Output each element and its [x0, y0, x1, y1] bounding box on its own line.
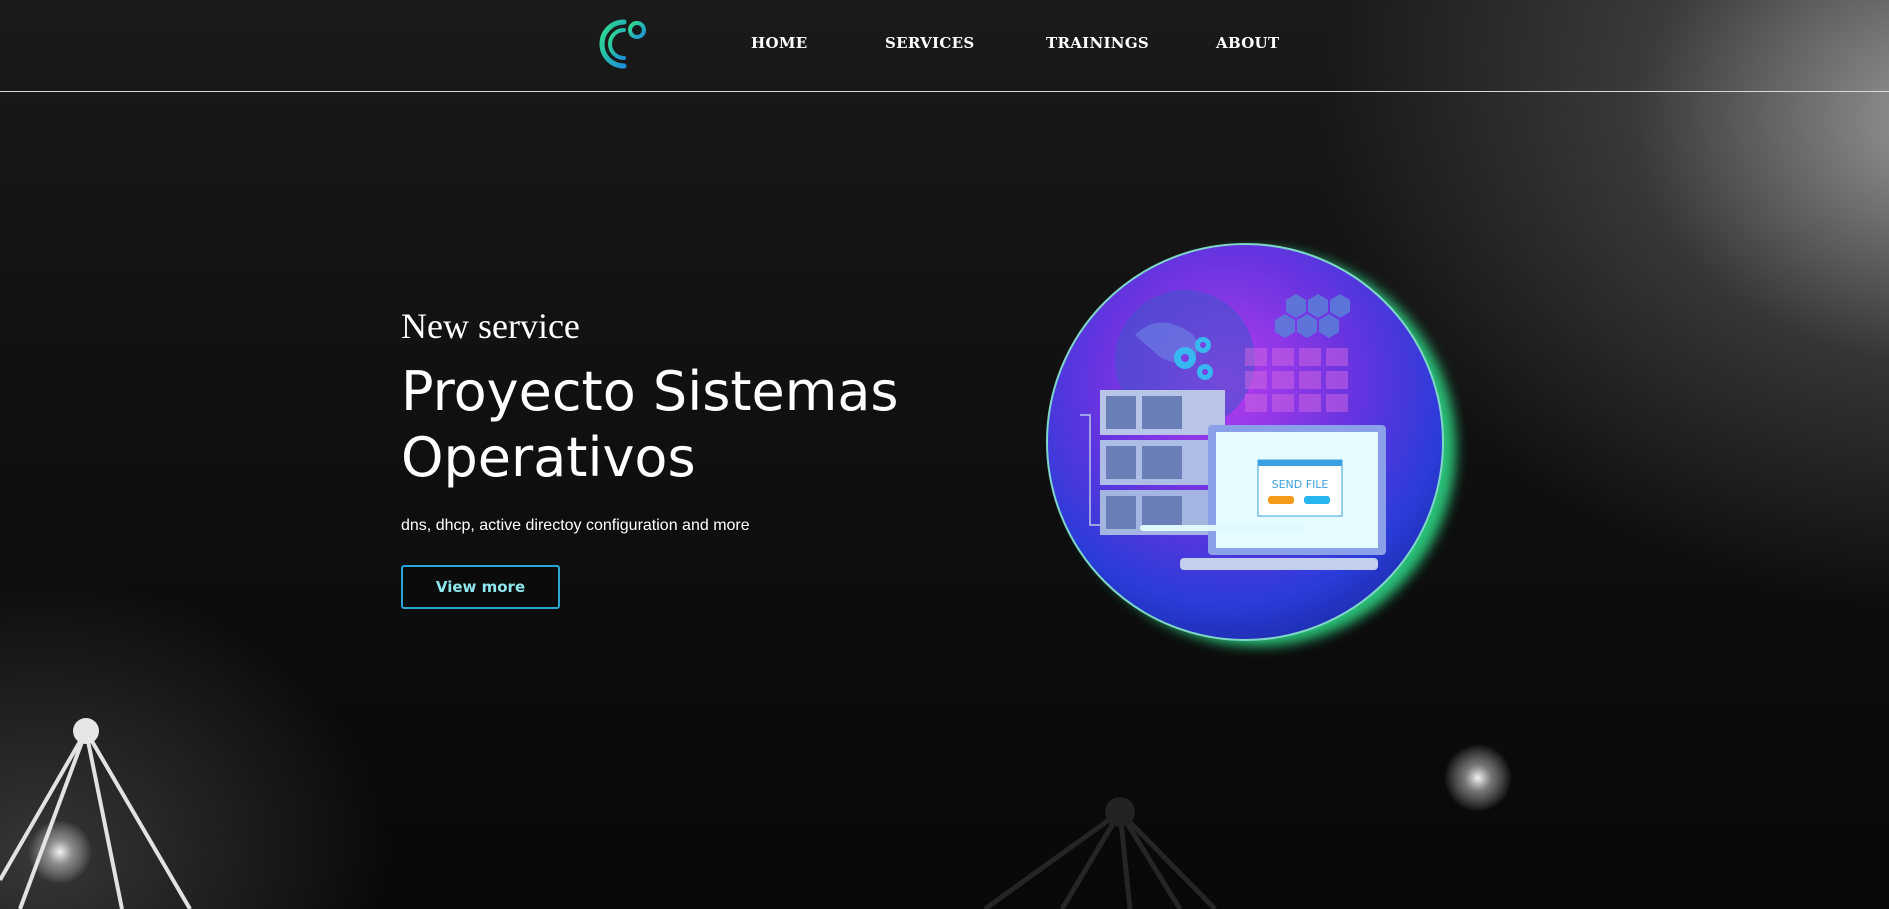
hero-title-line-1: Proyecto Sistemas: [401, 360, 899, 423]
hero-illustration-image: SEND FILE: [1046, 243, 1456, 646]
hero-title: Proyecto Sistemas Operativos: [401, 359, 961, 491]
nav-about-link[interactable]: ABOUT: [1216, 34, 1279, 52]
hero-title-line-2: Operativos: [401, 426, 696, 489]
hero-eyebrow: New service: [401, 306, 580, 346]
top-navbar: HOME SERVICES TRAININGS ABOUT: [0, 0, 1889, 92]
send-file-label: SEND FILE: [1272, 478, 1329, 491]
brand-logo-icon[interactable]: [594, 14, 654, 74]
nav-home-link[interactable]: HOME: [751, 34, 807, 52]
hero-text-block: New service Proyecto Sistemas Operativos…: [401, 305, 961, 535]
hero-subtitle: dns, dhcp, active directoy configuration…: [401, 517, 750, 534]
nav-trainings-link[interactable]: TRAININGS: [1046, 34, 1149, 52]
view-more-button[interactable]: View more: [401, 565, 560, 609]
nav-services-link[interactable]: SERVICES: [885, 34, 974, 52]
